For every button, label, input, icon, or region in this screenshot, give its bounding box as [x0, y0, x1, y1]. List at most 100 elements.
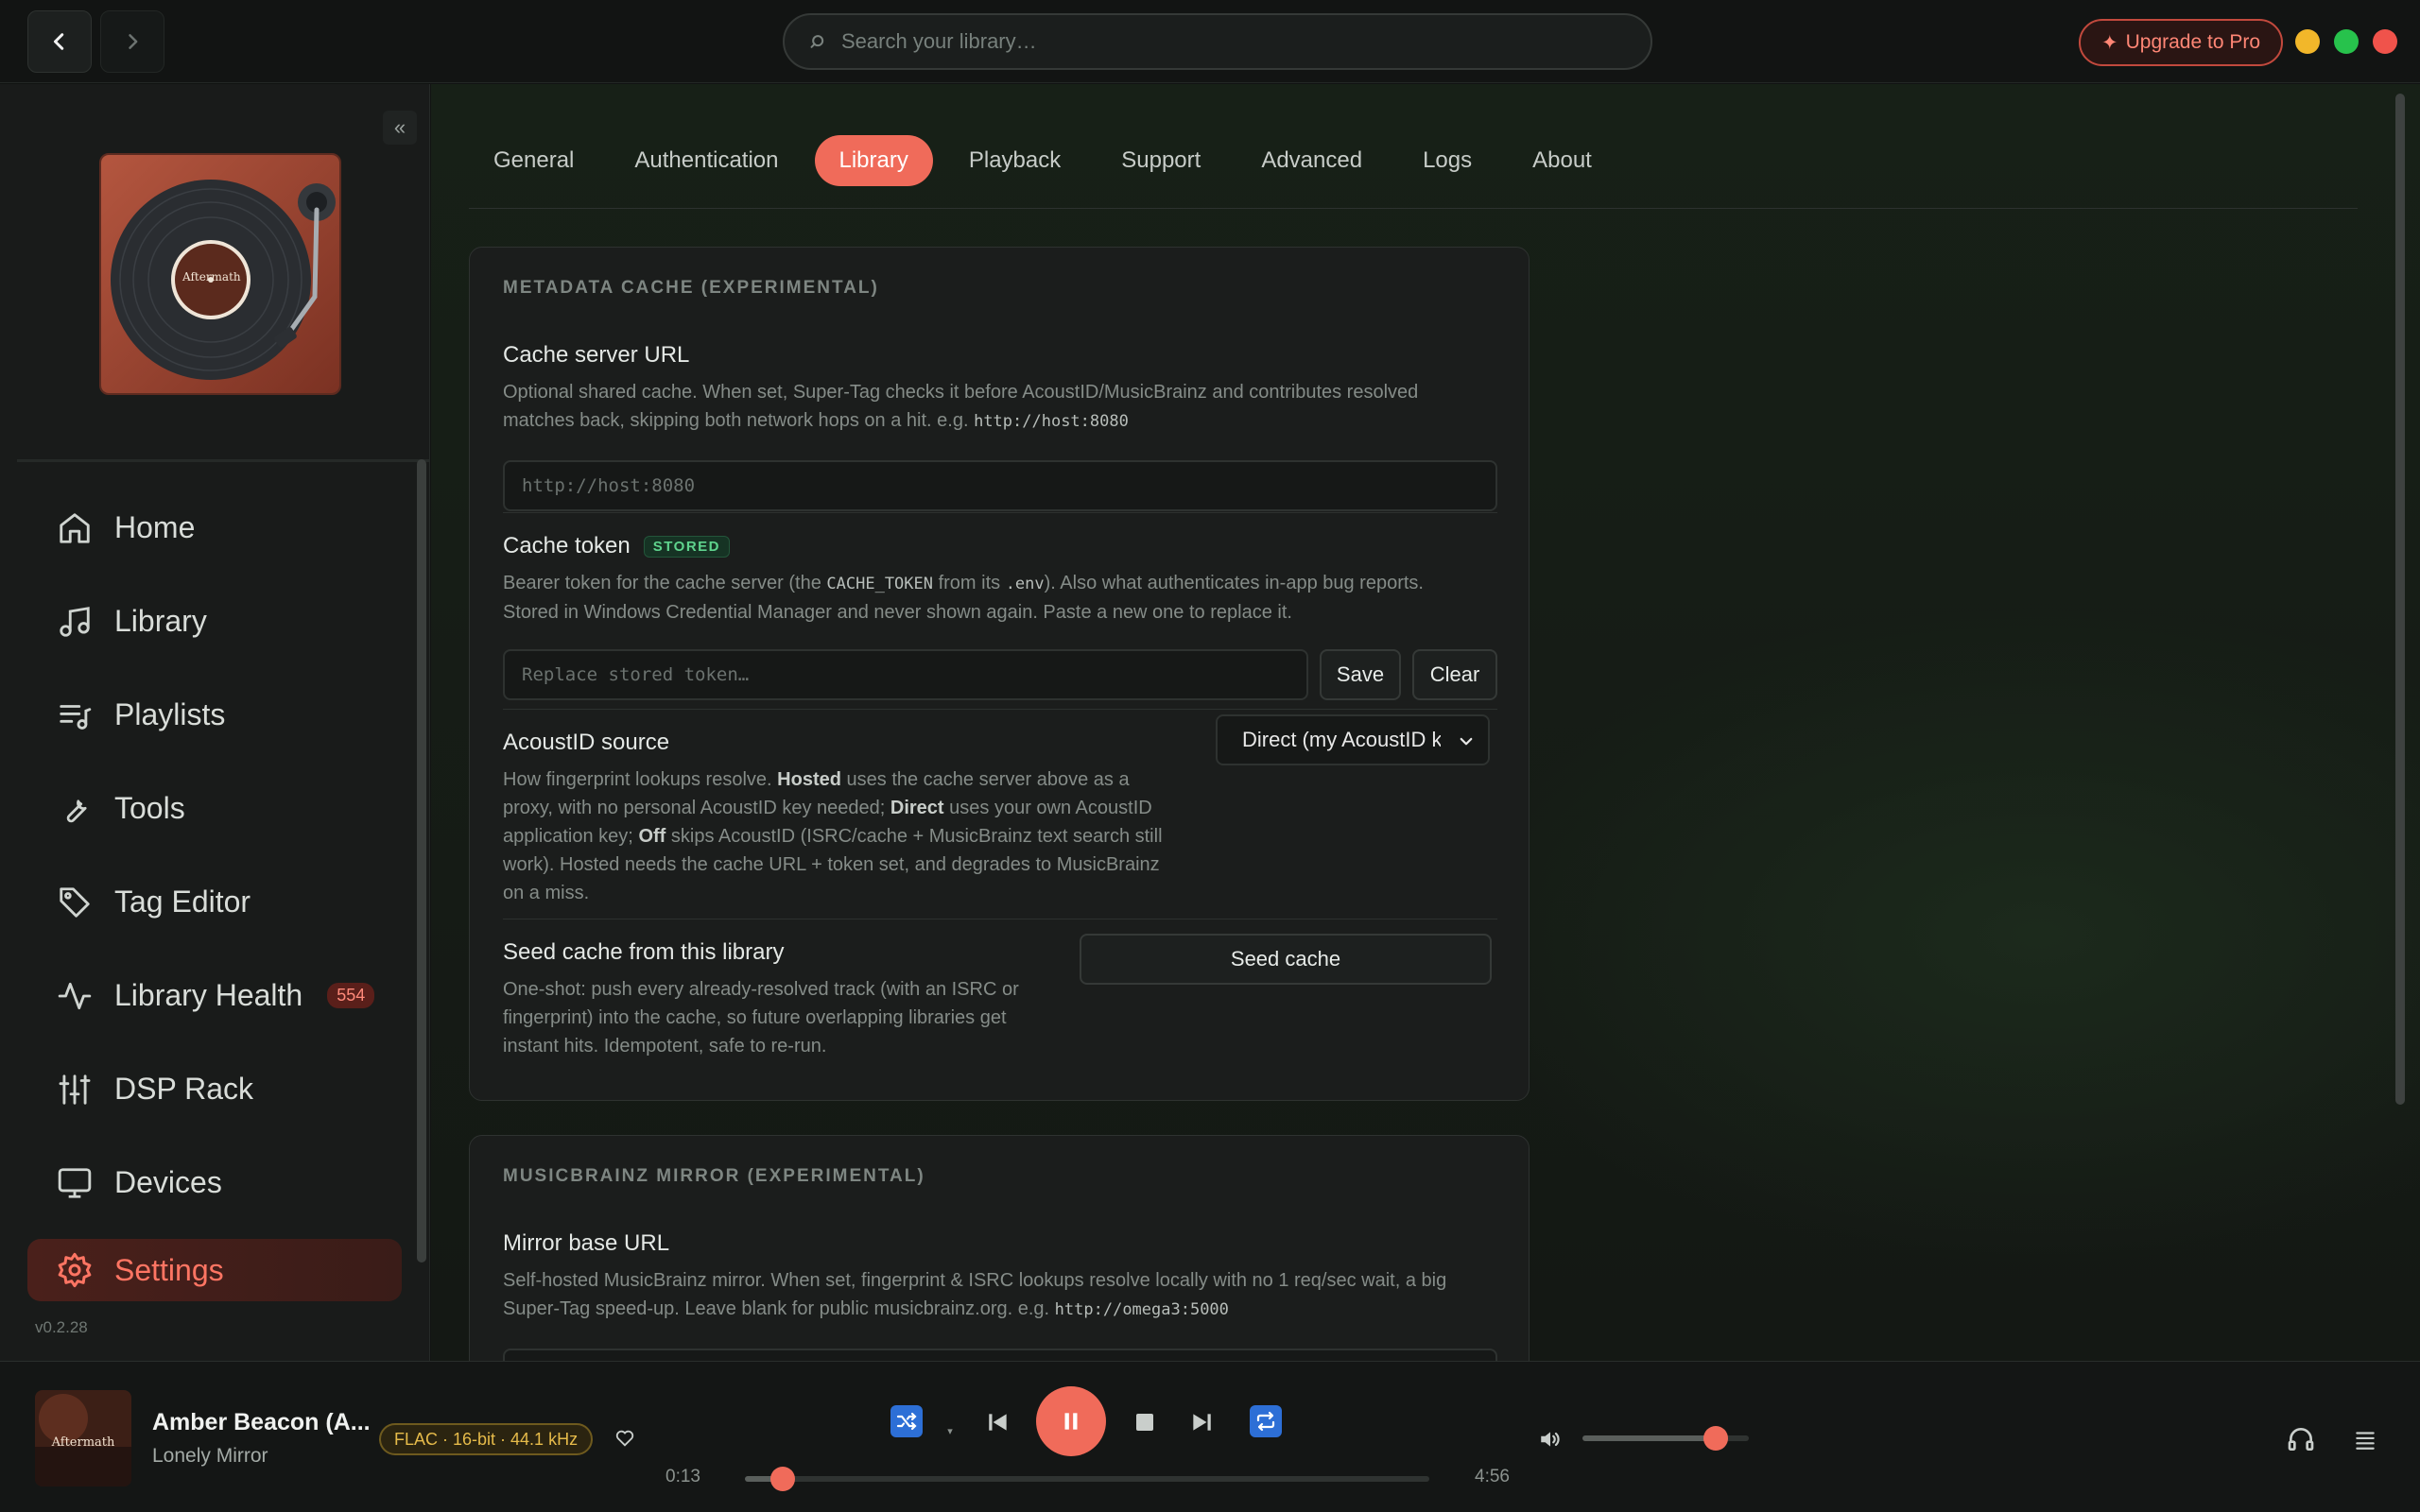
title-bar: ✦ Upgrade to Pro — [0, 0, 2420, 83]
setting-label: Mirror base URL — [503, 1230, 670, 1256]
cache-url-field[interactable] — [503, 460, 1497, 511]
pause-icon — [1064, 1413, 1078, 1430]
now-playing-art[interactable]: Aftermath — [35, 1390, 131, 1486]
forward-button[interactable] — [100, 10, 164, 73]
sidebar-item-settings[interactable]: Settings — [27, 1239, 402, 1301]
cache-token-input[interactable] — [522, 664, 1306, 685]
sidebar-item-label: Home — [114, 510, 196, 544]
desc-line: How fingerprint lookups resolve. Hosted … — [503, 769, 1130, 790]
pulse-icon — [56, 977, 94, 1015]
double-chevron-left-icon: « — [393, 115, 406, 139]
desc-line: Optional shared cache. When set, Super-T… — [503, 382, 1419, 403]
seek-bar[interactable] — [745, 1476, 1429, 1482]
queue-button[interactable] — [2348, 1422, 2382, 1456]
sidebar-item-label: Tools — [114, 791, 185, 825]
tab-logs[interactable]: Logs — [1398, 135, 1496, 186]
shuffle-mode-dropdown[interactable]: ▾ — [943, 1424, 957, 1437]
upgrade-button[interactable]: ✦ Upgrade to Pro — [2079, 19, 2283, 66]
pause-button[interactable] — [1036, 1386, 1106, 1456]
desc-line: Bearer token for the cache server (the C… — [503, 573, 1424, 593]
tab-support[interactable]: Support — [1097, 135, 1225, 186]
setting-description: One-shot: push every already-resolved tr… — [503, 975, 1070, 1060]
wrench-icon — [56, 790, 94, 828]
search-bar[interactable] — [783, 13, 1652, 70]
search-input[interactable] — [841, 29, 1651, 54]
save-token-button[interactable]: Save — [1320, 649, 1401, 700]
shuffle-button[interactable] — [890, 1405, 923, 1437]
seek-handle[interactable] — [769, 1467, 795, 1491]
close-window-button[interactable] — [2373, 29, 2397, 54]
sidebar-item-devices[interactable]: Devices — [27, 1136, 402, 1229]
desc-line: matches back, skipping both network hops… — [503, 410, 1129, 431]
desc-line: proxy, with no personal AcoustID key nee… — [503, 798, 1152, 818]
settings-main: General Authentication Library Playback … — [431, 84, 2420, 1361]
setting-description: Bearer token for the cache server (the C… — [503, 569, 1497, 627]
desc-line: fingerprint) into the cache, so future o… — [503, 1007, 1007, 1028]
tab-about[interactable]: About — [1508, 135, 1616, 186]
setting-divider — [503, 709, 1497, 710]
player-bar: Aftermath Amber Beacon (A... Lonely Mirr… — [0, 1361, 2420, 1512]
track-artist[interactable]: Lonely Mirror — [152, 1445, 268, 1468]
collapse-sidebar-button[interactable]: « — [383, 111, 417, 145]
previous-button[interactable] — [983, 1407, 1013, 1437]
tab-advanced[interactable]: Advanced — [1236, 135, 1387, 186]
sidebar-item-library-health[interactable]: Library Health 554 — [27, 949, 402, 1042]
settings-tabs: General Authentication Library Playback … — [469, 135, 2358, 209]
cache-token-setting: Cache token STORED Bearer token for the … — [503, 533, 1497, 700]
mute-button[interactable] — [1535, 1424, 1565, 1454]
playlist-icon — [56, 696, 94, 734]
minimize-button[interactable] — [2295, 29, 2320, 54]
sidebar-item-label: Library Health — [114, 978, 303, 1012]
cache-url-input[interactable] — [522, 475, 1495, 496]
sidebar-item-playlists[interactable]: Playlists — [27, 668, 402, 762]
heart-icon — [615, 1430, 634, 1447]
tab-authentication[interactable]: Authentication — [610, 135, 803, 186]
section-title: METADATA CACHE (EXPERIMENTAL) — [503, 278, 879, 298]
seed-cache-button[interactable]: Seed cache — [1080, 934, 1492, 985]
maximize-button[interactable] — [2334, 29, 2359, 54]
main-scrollbar[interactable] — [2395, 94, 2405, 1105]
search-icon — [810, 35, 824, 48]
setting-label: Cache token STORED — [503, 533, 1497, 559]
metadata-cache-card: METADATA CACHE (EXPERIMENTAL) Cache serv… — [469, 247, 1530, 1101]
sidebar-item-tools[interactable]: Tools — [27, 762, 402, 855]
tab-library[interactable]: Library — [814, 135, 933, 186]
favorite-button[interactable] — [614, 1428, 635, 1453]
next-button[interactable] — [1186, 1407, 1217, 1437]
format-badge: FLAC · 16-bit · 44.1 kHz — [379, 1423, 594, 1455]
tab-general[interactable]: General — [469, 135, 598, 186]
sidebar-item-label: Devices — [114, 1165, 222, 1199]
sidebar-scrollbar[interactable] — [417, 459, 426, 1263]
cache-token-field[interactable] — [503, 649, 1308, 700]
track-title[interactable]: Amber Beacon (A... — [152, 1409, 371, 1436]
stored-badge: STORED — [643, 535, 730, 558]
clear-token-button[interactable]: Clear — [1412, 649, 1497, 700]
repeat-button[interactable] — [1250, 1405, 1282, 1437]
skip-next-icon — [1193, 1414, 1211, 1431]
total-duration: 4:56 — [1475, 1467, 1510, 1486]
acoustid-source-select[interactable]: Direct (my AcoustID key) — [1216, 714, 1490, 765]
sidebar-divider — [17, 459, 429, 462]
acoustid-setting: AcoustID source How fingerprint lookups … — [503, 714, 1497, 907]
sidebar-item-label: DSP Rack — [114, 1072, 254, 1106]
music-note-icon — [56, 603, 94, 641]
output-device-button[interactable] — [2284, 1422, 2318, 1456]
stop-button[interactable] — [1130, 1407, 1160, 1437]
back-button[interactable] — [27, 10, 92, 73]
upgrade-label: Upgrade to Pro — [2125, 31, 2261, 53]
gear-icon — [56, 1251, 94, 1289]
setting-label: Cache server URL — [503, 342, 690, 368]
desc-line: instant hits. Idempotent, safe to re-run… — [503, 1036, 827, 1057]
volume-handle[interactable] — [1703, 1426, 1728, 1451]
sidebar-item-library[interactable]: Library — [27, 575, 402, 668]
sidebar-item-home[interactable]: Home — [27, 481, 402, 575]
album-cover-label: Aftermath — [51, 1435, 115, 1450]
section-title: MUSICBRAINZ MIRROR (EXPERIMENTAL) — [503, 1166, 925, 1186]
tab-playback[interactable]: Playback — [944, 135, 1085, 186]
sidebar-item-dsp-rack[interactable]: DSP Rack — [27, 1042, 402, 1136]
mirror-url-field[interactable] — [503, 1349, 1497, 1361]
desc-line: work). Hosted needs the cache URL + toke… — [503, 854, 1160, 875]
desc-line: Self-hosted MusicBrainz mirror. When set… — [503, 1270, 1447, 1291]
cache-token-label: Cache token — [503, 533, 631, 558]
sidebar-item-tag-editor[interactable]: Tag Editor — [27, 855, 402, 949]
